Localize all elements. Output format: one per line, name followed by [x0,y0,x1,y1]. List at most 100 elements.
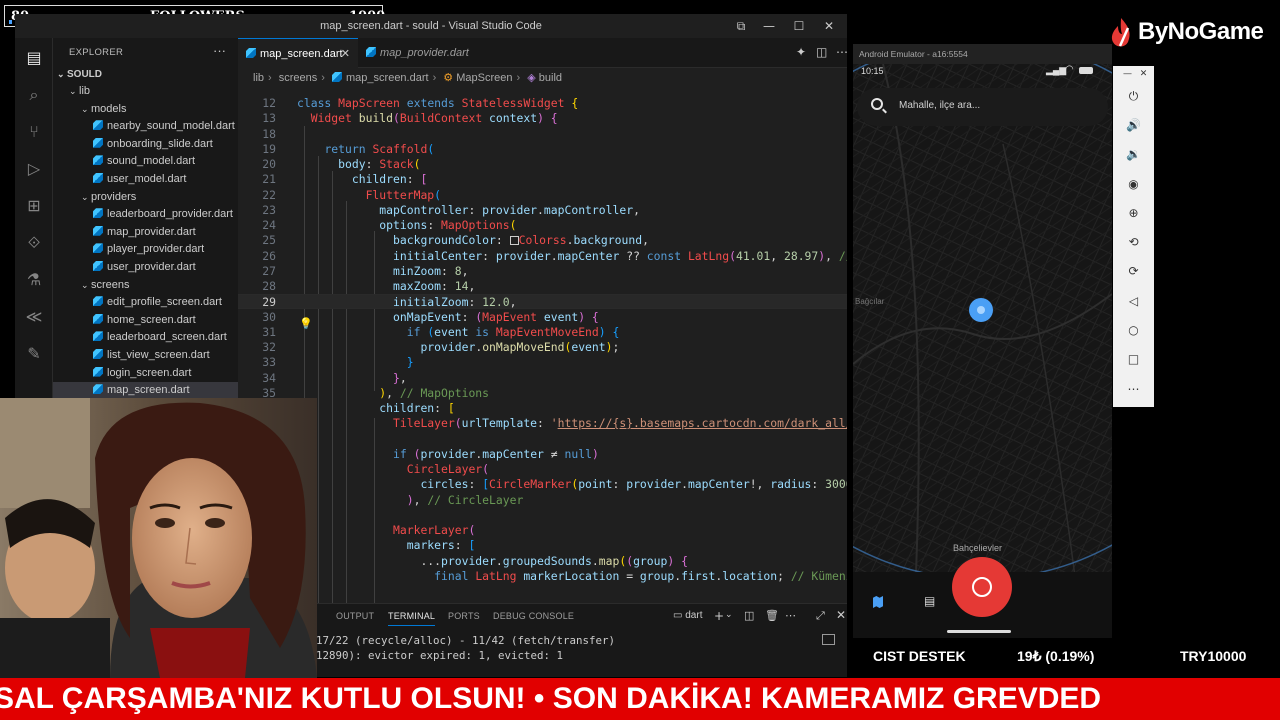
trash-icon[interactable]: 🗑 [765,609,779,622]
file-item[interactable]: player_provider.dart [53,241,238,258]
run-debug-icon[interactable]: ▷ [24,159,44,179]
minimize-icon[interactable]: — [1119,66,1136,83]
split-editor-icon[interactable]: ◫ [816,45,827,59]
breadcrumb-item[interactable]: MapScreen [456,72,512,84]
code-line[interactable]: 38 [238,432,847,447]
code-line[interactable]: 34 }, [238,371,847,386]
map-tab-icon[interactable] [873,596,883,608]
rotate-right-icon[interactable]: ⟳ [1125,263,1142,280]
breadcrumb-item[interactable]: screens [279,72,318,84]
code-line[interactable]: 30 onMapEvent: (MapEvent event) { [238,310,847,325]
close-icon[interactable]: ✕ [1135,66,1152,83]
extensions-icon[interactable]: ⊞ [24,196,44,216]
lightbulb-icon[interactable]: 💡 [299,317,313,330]
split-terminal-icon[interactable]: ◫ [744,609,754,622]
source-control-icon[interactable]: ⑂ [24,122,44,142]
layout-icon[interactable]: ⧉ [733,18,749,34]
folder-item[interactable]: ⌄ models [53,101,238,118]
code-line[interactable]: 41 circles: [CircleMarker(point: provide… [238,477,847,492]
code-line[interactable]: 28 maxZoom: 14, [238,279,847,294]
zoom-icon[interactable]: ⊕ [1125,205,1142,222]
code-line[interactable]: 23 mapController: provider.mapController… [238,203,847,218]
minimize-button[interactable]: — [761,18,777,34]
code-line[interactable]: 39 if (provider.mapCenter ≠ null) [238,447,847,462]
code-line[interactable]: 40 CircleLayer( [238,462,847,477]
folder-item[interactable]: ⌄ screens [53,277,238,294]
back-icon[interactable]: ◁ [1125,293,1142,310]
file-item[interactable]: edit_profile_screen.dart [53,294,238,311]
breadcrumb-item[interactable]: build [539,72,562,84]
code-line[interactable]: 22 FlutterMap( [238,188,847,203]
code-line[interactable]: 12 class MapScreen extends StatelessWidge… [238,96,847,111]
file-item[interactable]: home_screen.dart [53,312,238,329]
new-terminal-icon[interactable]: + [714,609,724,623]
file-item[interactable]: leaderboard_screen.dart [53,329,238,346]
code-line[interactable]: 24 options: MapOptions( [238,218,847,233]
maximize-panel-icon[interactable]: ⤢ [816,609,825,623]
folder-item[interactable]: ⌄ lib [53,83,238,100]
code-line[interactable]: 21 children: [ [238,172,847,187]
file-item[interactable]: user_model.dart [53,171,238,188]
file-item[interactable]: login_screen.dart [53,365,238,382]
code-line[interactable]: 26 initialCenter: provider.mapCenter ?? … [238,249,847,264]
breadcrumb-item[interactable]: lib [253,72,264,84]
code-line[interactable]: 20 body: Stack( [238,157,847,172]
list-tab-icon[interactable]: ▤ [924,594,935,608]
panel-more-icon[interactable]: ⋯ [785,609,796,622]
more-actions-icon[interactable]: ··· [213,43,226,58]
code-line[interactable]: 19 return Scaffold( [238,142,847,157]
dark-map[interactable]: Bağcılar Bahçelievler [853,64,1112,638]
power-icon[interactable]: ⏻ [1125,88,1142,105]
tab-ports[interactable]: PORTS [448,611,480,621]
file-item[interactable]: map_screen.dart [53,382,238,400]
folder-item[interactable]: ⌄ providers [53,189,238,206]
code-line[interactable]: 27 minZoom: 8, [238,264,847,279]
chevron-down-icon[interactable]: ⌄ [725,610,733,620]
code-line[interactable]: 47 final LatLng markerLocation = group.f… [238,569,847,584]
file-item[interactable]: onboarding_slide.dart [53,136,238,153]
close-tab-icon[interactable]: ✕ [341,39,350,69]
project-folder[interactable]: ⌄ SOULD [53,66,238,83]
tab-map-provider[interactable]: map_provider.dart [358,38,474,68]
code-line[interactable]: 13 Widget build(BuildContext context) { [238,111,847,126]
code-line[interactable]: 36 children: [ [238,401,847,416]
more-icon[interactable]: ⋯ [1125,381,1142,398]
volume-up-icon[interactable]: 🔊 [1125,117,1142,134]
terminal-instance-icon[interactable] [822,634,835,645]
edit-icon[interactable]: ✎ [24,344,44,364]
file-item[interactable]: sound_model.dart [53,153,238,170]
tab-map-screen[interactable]: map_screen.dart ✕ [238,38,358,68]
code-line[interactable]: 44 MarkerLayer( [238,523,847,538]
code-line[interactable]: 25 backgroundColor: Colorss.background, [238,233,847,248]
home-icon[interactable]: ○ [1125,322,1142,339]
code-line[interactable]: 46 ...provider.groupedSounds.map((group)… [238,554,847,569]
tab-debug-console[interactable]: DEBUG CONSOLE [493,611,574,621]
code-line[interactable]: 45 markers: [ [238,538,847,553]
overview-icon[interactable]: □ [1125,351,1142,368]
code-line[interactable]: 42 ), // CircleLayer [238,493,847,508]
file-item[interactable]: map_provider.dart [53,224,238,241]
code-editor[interactable]: 12 class MapScreen extends StatelessWidge… [238,88,847,603]
record-button[interactable] [952,557,1012,617]
code-line[interactable]: 29 initialZoom: 12.0, [238,294,847,310]
testing-icon[interactable]: ⚗ [24,270,44,290]
code-line[interactable]: 31 if (event is MapEventMoveEnd) { [238,325,847,340]
remote-icon[interactable]: ⟐ [24,233,44,253]
file-item[interactable]: list_view_screen.dart [53,347,238,364]
tab-terminal[interactable]: TERMINAL [388,611,436,626]
file-item[interactable]: nearby_sound_model.dart [53,118,238,135]
search-icon[interactable]: ⌕ [24,85,44,105]
camera-icon[interactable]: ◉ [1125,176,1142,193]
maximize-button[interactable]: ☐ [791,18,807,34]
tab-output[interactable]: OUTPUT [336,611,374,621]
code-line[interactable]: 18 [238,127,847,142]
file-item[interactable]: leaderboard_provider.dart [53,206,238,223]
code-line[interactable]: 32 provider.onMapMoveEnd(event); [238,340,847,355]
ai-sparkle-icon[interactable]: ✦ [796,45,806,59]
explorer-icon[interactable]: ▤ [24,48,44,68]
emulator-screen[interactable]: Bağcılar Bahçelievler 10:15 ▂▄▆ ◠ Mahall… [853,64,1112,638]
editor-more-icon[interactable]: ⋯ [836,45,847,59]
terminal-shell-selector[interactable]: ▭ dart [673,610,702,621]
code-line[interactable]: 33 } [238,355,847,370]
breadcrumb-item[interactable]: map_screen.dart [346,72,429,84]
